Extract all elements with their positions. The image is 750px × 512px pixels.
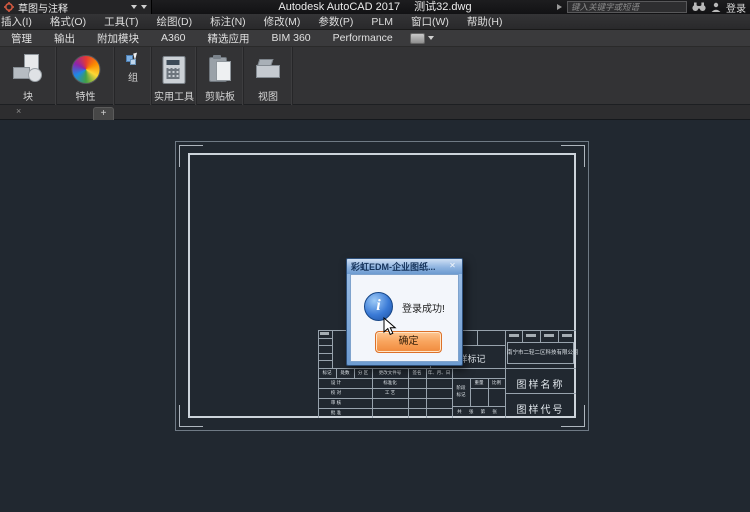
mouse-cursor bbox=[383, 317, 397, 337]
tb-header-cell: 处数 bbox=[336, 371, 354, 376]
company-name: 南宁市二轻二区科技有限公司 bbox=[507, 351, 574, 357]
clipboard-icon bbox=[209, 55, 231, 82]
document-name: 测试32.dwg bbox=[414, 1, 471, 13]
dialog-message: 登录成功! bbox=[402, 300, 445, 315]
tb-mid-label: 工 艺 bbox=[372, 391, 408, 396]
tb-header-cell: 签名 bbox=[408, 371, 426, 376]
search-input[interactable]: 键入关键字或短语 bbox=[567, 1, 687, 13]
user-icon[interactable] bbox=[711, 2, 721, 12]
corner-mark bbox=[179, 145, 203, 167]
ribbon-panel-utilities[interactable]: 实用工具 bbox=[152, 47, 197, 105]
tb-header-cell: 年、月、日 bbox=[426, 371, 452, 376]
dialog-body: i 登录成功! 确定 bbox=[350, 274, 459, 362]
ribbon-empty-space bbox=[293, 47, 750, 105]
menu-bar: 插入(I) 格式(O) 工具(T) 绘图(D) 标注(N) 修改(M) 参数(P… bbox=[0, 14, 750, 30]
ribbon-tab-featured-apps[interactable]: 精选应用 bbox=[197, 31, 261, 46]
search-binoculars-icon[interactable] bbox=[692, 2, 706, 12]
tb-mid-label: 标准化 bbox=[372, 381, 408, 386]
drawing-code-label: 图样代号 bbox=[505, 401, 576, 416]
ribbon-tab-bar: 管理 输出 附加模块 A360 精选应用 BIM 360 Performance bbox=[0, 30, 750, 47]
menu-parametric[interactable]: 参数(P) bbox=[309, 14, 362, 29]
dialog-title: 彩虹EDM-企业图纸... bbox=[347, 260, 436, 273]
corner-mark bbox=[561, 145, 585, 167]
ribbon-panel-properties[interactable]: 特性 bbox=[57, 47, 115, 105]
calculator-icon bbox=[163, 56, 186, 84]
view-plane-icon bbox=[256, 59, 280, 77]
sheets-label: 共 张 第 张 bbox=[452, 410, 505, 415]
weight-label: 重量 bbox=[470, 381, 488, 386]
ribbon-tab-output[interactable]: 输出 bbox=[43, 31, 86, 46]
color-wheel-icon bbox=[71, 55, 100, 84]
tb-row-label: 校 对 bbox=[318, 391, 354, 396]
corner-mark bbox=[179, 405, 203, 427]
tb-row-label: 设 计 bbox=[318, 381, 354, 386]
ribbon-tab-performance[interactable]: Performance bbox=[322, 32, 404, 44]
screenshot-icon bbox=[410, 33, 425, 44]
menu-tools[interactable]: 工具(T) bbox=[95, 14, 147, 29]
ribbon-panel-block[interactable]: 块 bbox=[0, 47, 57, 105]
title-bar: 草图与注释 Autodesk AutoCAD 2017测试32.dwg 键入关键… bbox=[0, 0, 750, 14]
ribbon-panel-row: 块 特性 组 实用工具 剪贴板 视图 bbox=[0, 47, 750, 105]
ribbon-tab-manage[interactable]: 管理 bbox=[0, 31, 43, 46]
tb-row-label: 批 准 bbox=[318, 411, 354, 416]
stage-mark-label: 阶段 bbox=[452, 386, 470, 391]
autocad-window: 草图与注释 Autodesk AutoCAD 2017测试32.dwg 键入关键… bbox=[0, 0, 750, 512]
menu-dimension[interactable]: 标注(N) bbox=[201, 14, 255, 29]
infocenter-expand-icon[interactable] bbox=[557, 4, 562, 10]
dialog-close-icon[interactable]: ✕ bbox=[446, 260, 459, 272]
menu-plm[interactable]: PLM bbox=[362, 16, 402, 28]
group-objects-icon bbox=[126, 53, 140, 65]
login-success-dialog: 彩虹EDM-企业图纸... ✕ i 登录成功! 确定 bbox=[346, 258, 463, 366]
tb-header-cell: 更改文件号 bbox=[372, 371, 408, 376]
ribbon-tab-addins[interactable]: 附加模块 bbox=[86, 31, 150, 46]
tb-row-label: 审 核 bbox=[318, 401, 354, 406]
menu-format[interactable]: 格式(O) bbox=[41, 14, 95, 29]
ribbon-panel-clipboard[interactable]: 剪贴板 bbox=[197, 47, 244, 105]
tab-close-icon[interactable]: × bbox=[16, 106, 21, 116]
ribbon-tab-bim360[interactable]: BIM 360 bbox=[261, 32, 322, 44]
ribbon-display-options[interactable] bbox=[410, 33, 434, 44]
menu-insert[interactable]: 插入(I) bbox=[0, 14, 41, 29]
ribbon-panel-view[interactable]: 视图 bbox=[244, 47, 293, 105]
dialog-title-bar[interactable]: 彩虹EDM-企业图纸... ✕ bbox=[347, 259, 462, 274]
scale-label: 比例 bbox=[488, 381, 505, 386]
menu-draw[interactable]: 绘图(D) bbox=[148, 14, 202, 29]
menu-modify[interactable]: 修改(M) bbox=[255, 14, 310, 29]
drawing-name-label: 图样名称 bbox=[505, 376, 576, 391]
menu-help[interactable]: 帮助(H) bbox=[458, 14, 512, 29]
menu-window[interactable]: 窗口(W) bbox=[402, 14, 458, 29]
block-shapes-icon bbox=[13, 54, 43, 84]
ribbon-tab-a360[interactable]: A360 bbox=[150, 32, 197, 44]
drawing-tab-bar: × + bbox=[0, 105, 750, 120]
ribbon-panel-group[interactable]: 组 bbox=[115, 47, 152, 105]
sign-in-button[interactable]: 登录 bbox=[726, 0, 746, 15]
chevron-down-icon bbox=[428, 36, 434, 40]
new-drawing-tab-button[interactable]: + bbox=[93, 107, 114, 121]
tb-header-cell: 分 区 bbox=[354, 371, 372, 376]
tb-header-cell: 标记 bbox=[318, 371, 336, 376]
